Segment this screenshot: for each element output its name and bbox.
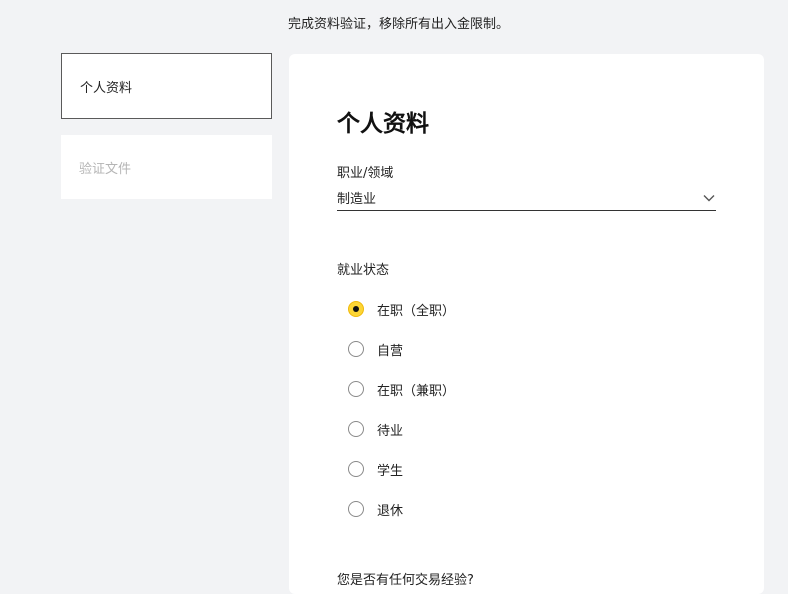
radio-option-retired[interactable]: 退休: [348, 489, 455, 529]
radio-selected-dot: [353, 306, 359, 312]
employment-status-label: 就业状态: [337, 263, 390, 278]
trading-experience-question: 您是否有任何交易经验?: [337, 573, 474, 588]
radio-button[interactable]: [348, 421, 364, 437]
radio-button[interactable]: [348, 381, 364, 397]
chevron-down-icon: [703, 194, 715, 201]
step-verification-documents[interactable]: 验证文件: [61, 135, 272, 199]
step-label: 个人资料: [80, 80, 133, 96]
occupation-value: 制造业: [337, 192, 377, 207]
step-navigation: 个人资料 验证文件: [61, 53, 272, 199]
radio-option-student[interactable]: 学生: [348, 449, 455, 489]
radio-option-parttime[interactable]: 在职（兼职）: [348, 369, 455, 409]
radio-button[interactable]: [348, 461, 364, 477]
radio-label: 待业: [377, 423, 404, 439]
step-label: 验证文件: [79, 161, 132, 177]
top-notice: 完成资料验证，移除所有出入金限制。: [288, 17, 510, 32]
radio-label: 自营: [377, 343, 404, 359]
radio-button[interactable]: [348, 301, 364, 317]
radio-button[interactable]: [348, 341, 364, 357]
profile-form-card: 个人资料 职业/领域 制造业 就业状态 在职（全职） 自营 在职（兼职） 待业 …: [289, 54, 764, 594]
radio-option-fulltime[interactable]: 在职（全职）: [348, 289, 455, 329]
form-title: 个人资料: [337, 111, 429, 137]
occupation-select[interactable]: 制造业: [337, 185, 716, 211]
radio-label: 在职（全职）: [377, 303, 456, 319]
radio-option-unemployed[interactable]: 待业: [348, 409, 455, 449]
occupation-label: 职业/领域: [337, 166, 394, 181]
radio-button[interactable]: [348, 501, 364, 517]
step-personal-info[interactable]: 个人资料: [61, 53, 272, 119]
radio-label: 学生: [377, 463, 404, 479]
radio-label: 退休: [377, 503, 404, 519]
radio-option-self-employed[interactable]: 自营: [348, 329, 455, 369]
employment-status-radio-group: 在职（全职） 自营 在职（兼职） 待业 学生 退休: [348, 289, 455, 529]
radio-label: 在职（兼职）: [377, 383, 456, 399]
